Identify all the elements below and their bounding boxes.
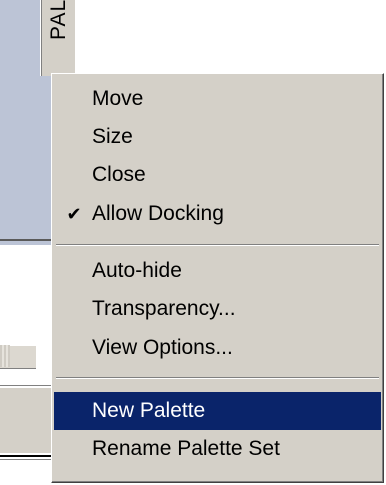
menu-item-label: Rename Palette Set [92, 437, 280, 460]
menu-item-label: Transparency... [92, 297, 236, 320]
menu-item-close[interactable]: Close [54, 156, 381, 194]
menu-separator [56, 377, 379, 379]
menu-item-new-palette[interactable]: New Palette [54, 392, 381, 430]
menu-item-rename-palette-set[interactable]: Rename Palette Set [54, 430, 381, 468]
palette-title: PALI [47, 0, 70, 40]
menu-item-auto-hide[interactable]: Auto-hide [54, 252, 381, 290]
menu-item-label: Allow Docking [92, 202, 224, 225]
menu-item-size[interactable]: Size [54, 118, 381, 156]
background-divider [0, 385, 52, 386]
menu-item-label: Auto-hide [92, 259, 182, 282]
menu-item-label: New Palette [92, 399, 206, 422]
palette-border [0, 239, 52, 241]
menu-item-allow-docking[interactable]: ✔ Allow Docking [54, 195, 381, 233]
background-divider [0, 455, 52, 457]
menu-item-transparency[interactable]: Transparency... [54, 290, 381, 328]
menu-item-label: Move [92, 87, 144, 110]
menu-item-move[interactable]: Move [54, 80, 381, 118]
scrollbar-track[interactable] [0, 345, 10, 367]
palette-context-menu: Move Size Close ✔ Allow Docking Auto-hid… [51, 73, 384, 483]
menu-item-label: Size [92, 125, 133, 148]
checkmark-icon: ✔ [66, 204, 82, 224]
title-bar-edge [41, 0, 42, 76]
menu-separator [56, 244, 379, 246]
menu-item-view-options[interactable]: View Options... [54, 329, 381, 367]
menu-item-label: Close [92, 163, 146, 186]
background-divider [0, 459, 52, 460]
palette-lower-area [0, 388, 52, 453]
menu-item-label: View Options... [92, 336, 233, 359]
